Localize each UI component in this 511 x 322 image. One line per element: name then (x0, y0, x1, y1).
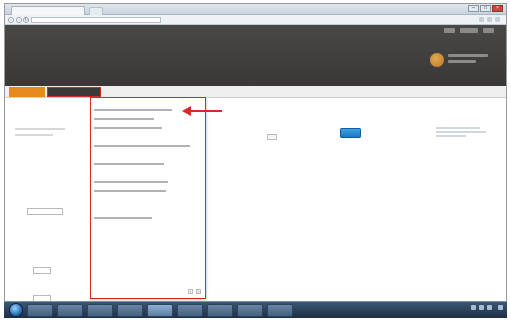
tray-icon[interactable] (479, 305, 484, 310)
dropdown-item[interactable] (94, 190, 166, 192)
pager-next-button[interactable]: › (196, 289, 201, 294)
utility-link[interactable] (483, 28, 494, 33)
user-info (448, 54, 494, 66)
dropdown-menu: ‹ › (90, 97, 206, 299)
taskbar-item[interactable] (267, 303, 293, 317)
home-icon[interactable] (479, 17, 484, 22)
value-input[interactable] (267, 134, 277, 140)
taskbar-item[interactable] (87, 303, 113, 317)
new-tab-button[interactable] (89, 7, 103, 15)
main-content (5, 98, 506, 306)
nav-tab-row (5, 86, 506, 98)
divider (15, 128, 65, 130)
taskbar (4, 301, 507, 318)
dropdown-item[interactable] (94, 118, 154, 120)
divider (15, 134, 53, 136)
maximize-button[interactable]: □ (480, 5, 491, 12)
dropdown-item[interactable] (94, 163, 164, 165)
dropdown-item[interactable] (94, 181, 168, 183)
toolbar-icons (479, 17, 500, 22)
close-button[interactable]: × (492, 5, 503, 12)
taskbar-item[interactable] (207, 303, 233, 317)
dropdown-item[interactable] (94, 199, 144, 201)
taskbar-item-active[interactable] (147, 303, 173, 317)
title-bar: – □ × (5, 4, 506, 15)
dropdown-item[interactable] (94, 271, 134, 273)
window-controls: – □ × (468, 5, 503, 12)
dropdown-item[interactable] (94, 244, 152, 246)
taskbar-item[interactable] (177, 303, 203, 317)
utility-link[interactable] (444, 28, 455, 33)
dropdown-item[interactable] (94, 217, 152, 219)
taskbar-item[interactable] (27, 303, 53, 317)
dropdown-item[interactable] (94, 109, 172, 111)
dropdown-item[interactable] (94, 235, 134, 237)
browser-tab[interactable] (11, 6, 85, 15)
dropdown-item[interactable] (94, 136, 154, 138)
red-arrow-icon (182, 106, 222, 116)
star-icon[interactable] (487, 17, 492, 22)
start-orb-icon[interactable] (9, 303, 23, 317)
utility-link[interactable] (460, 28, 478, 33)
tray-icon[interactable] (487, 305, 492, 310)
gear-icon[interactable] (495, 17, 500, 22)
filter-select[interactable] (27, 208, 63, 215)
dropdown-item[interactable] (94, 127, 162, 129)
right-note (436, 127, 486, 139)
clock (498, 305, 503, 310)
forward-icon[interactable]: › (16, 17, 22, 23)
refresh-icon[interactable]: ↻ (23, 17, 29, 23)
go-button[interactable] (340, 128, 361, 138)
url-input[interactable] (31, 17, 161, 23)
dropdown-item[interactable] (94, 262, 138, 264)
browser-window: – □ × ‹ › ↻ (4, 3, 507, 318)
taskbar-item[interactable] (57, 303, 83, 317)
user-avatar-icon[interactable] (430, 53, 444, 67)
filter-select[interactable] (33, 267, 51, 274)
app-header (5, 25, 506, 86)
tab-home[interactable] (9, 87, 45, 97)
dropdown-item[interactable] (94, 172, 160, 174)
address-bar: ‹ › ↻ (5, 15, 506, 25)
dropdown-item[interactable] (94, 154, 154, 156)
minimize-button[interactable]: – (468, 5, 479, 12)
pager-prev-button[interactable]: ‹ (188, 289, 193, 294)
left-panel (5, 98, 91, 306)
taskbar-item[interactable] (117, 303, 143, 317)
header-utility-links (444, 28, 494, 33)
dropdown-item[interactable] (94, 100, 134, 102)
dropdown-item[interactable] (94, 145, 190, 147)
dropdown-pager: ‹ › (188, 289, 201, 294)
dropdown-item[interactable] (94, 226, 146, 228)
back-icon[interactable]: ‹ (8, 17, 14, 23)
dropdown-item[interactable] (94, 253, 142, 255)
tray-icon[interactable] (471, 305, 476, 310)
dropdown-item[interactable] (94, 208, 138, 210)
system-tray (471, 305, 503, 310)
taskbar-item[interactable] (237, 303, 263, 317)
tab-selected[interactable] (47, 87, 101, 97)
